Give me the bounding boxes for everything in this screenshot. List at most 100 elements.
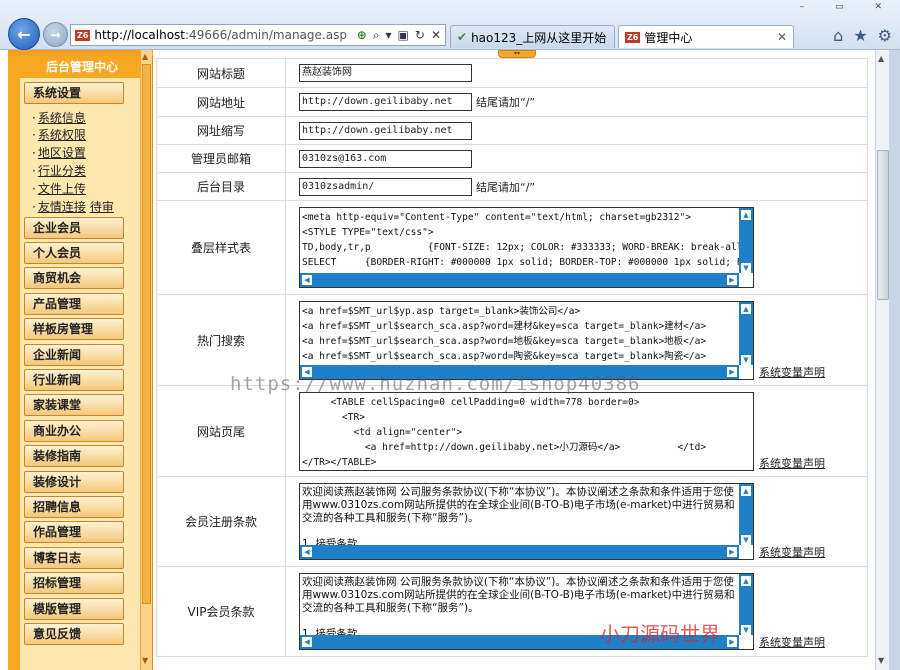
scroll-left-icon[interactable]: ◀ [301,274,313,286]
scroll-right-icon[interactable]: ▶ [726,365,738,378]
sidebar-button[interactable]: 个人会员 [24,242,124,264]
sidebar-button[interactable]: 装修指南 [24,445,124,467]
system-variables-link[interactable]: 系统变量声明 [759,366,825,379]
system-variables-link[interactable]: 系统变量声明 [759,546,825,559]
browser-window: – ▭ ✕ ← → Z6 http://localhost:49666/admi… [0,0,900,670]
favorites-star-icon[interactable]: ★ [853,26,867,45]
sidebar-button[interactable]: 企业新闻 [24,344,124,366]
arrow-left-icon: ← [17,24,31,44]
scroll-up-icon[interactable]: ▲ [740,209,752,221]
page-scroll-thumb[interactable] [877,150,889,300]
tab-close-icon[interactable]: ✕ [777,30,787,44]
site-url-input[interactable]: http://down.geilibaby.net [299,93,472,111]
tab-admin[interactable]: Z6 管理中心 ✕ [618,25,794,48]
vip-terms-vscroll[interactable]: ▲ ▼ [739,574,753,637]
sub-item-industry[interactable]: · 行业分类 [32,162,86,179]
frame-toggle-handle[interactable]: ▾▾ [498,50,536,58]
label-admin-email: 管理员邮箱 [156,144,286,173]
page-icon[interactable]: ▣ [398,28,409,43]
sidebar-scroll-thumb[interactable] [142,64,151,604]
sidebar-scrollbar[interactable]: ▲ ▼ [141,50,152,670]
sub-item-upload[interactable]: · 文件上传 [32,180,86,197]
sidebar-button[interactable]: 产品管理 [24,293,124,315]
sidebar-button[interactable]: 企业会员 [24,217,124,239]
sidebar-button[interactable]: 博客日志 [24,547,124,569]
sidebar-menu: 系统设置 · 系统信息 · 系统权限 · 地区设置 · 行业分类 · 文件上传 · 友情连接… [20,78,140,670]
tab-hao123[interactable]: ✔ hao123_上网从这里开始 [450,25,615,48]
scroll-right-icon[interactable]: ▶ [726,636,738,648]
admin-email-input[interactable]: 0310zs@163.com [299,149,472,168]
back-button[interactable]: ← [8,18,40,50]
sidebar-button[interactable]: 装修设计 [24,471,124,493]
refresh-icon[interactable]: ↻ [415,28,425,43]
sidebar-button[interactable]: 作品管理 [24,521,124,543]
sidebar-button[interactable]: 家装课堂 [24,394,124,416]
close-icon[interactable]: ✕ [431,28,441,43]
sidebar-button[interactable]: 意见反馈 [24,623,124,645]
hot-search-hscroll[interactable]: ◀ ▶ [300,364,739,379]
tab-label: 管理中心 [644,30,693,45]
sidebar-button-system-settings[interactable]: 系统设置 [24,82,124,104]
scroll-up-icon[interactable]: ▲ [740,302,752,315]
sidebar-button[interactable]: 商业办公 [24,420,124,442]
page-content: 后台管理中心 系统设置 · 系统信息 · 系统权限 · 地区设置 · 行业分类 · 文件上… [0,50,888,670]
css-textarea[interactable]: <meta http-equiv="Content-Type" content=… [299,207,754,288]
label-footer: 网站页尾 [156,385,286,477]
window-controls[interactable]: – ▭ ✕ [800,2,896,12]
dropdown-icon[interactable]: ▾ [386,28,392,43]
sidebar-button[interactable]: 模版管理 [24,598,124,620]
admin-dir-input[interactable]: 0310zsadmin/ [299,177,472,196]
settings-gear-icon[interactable]: ⚙ [878,26,892,45]
hot-search-textarea[interactable]: <a href=$SMT_url$yp.asp target=_blank>装饰… [299,300,754,380]
page-scrollbar[interactable]: ▲ ▼ [875,50,890,670]
url-text[interactable]: http://localhost:49666/admin/manage.asp [94,28,356,42]
hot-search-text: <a href=$SMT_url$yp.asp target=_blank>装饰… [302,305,707,362]
sub-item-permissions[interactable]: · 系统权限 [32,126,86,143]
scroll-down-icon[interactable]: ▼ [142,656,148,665]
label-member-terms: 会员注册条款 [156,476,286,567]
scroll-up-icon[interactable]: ▲ [740,485,752,497]
admin-dir-hint: 结尾请加“/” [476,180,536,194]
scroll-left-icon[interactable]: ◀ [301,546,313,558]
browser-toolbar: – ▭ ✕ ← → Z6 http://localhost:49666/admi… [0,0,900,50]
scroll-up-icon[interactable]: ▲ [740,575,752,587]
search-icon[interactable]: ⌕ [373,28,380,43]
arrow-right-icon: → [50,27,61,42]
footer-textarea[interactable]: <TABLE cellSpacing=0 cellPadding=0 width… [299,391,754,471]
site-url-hint: 结尾请加“/” [476,96,536,109]
scroll-up-icon[interactable]: ▲ [142,52,148,61]
pending-link[interactable]: 待审 [90,200,114,214]
sidebar-button[interactable]: 招标管理 [24,572,124,594]
sidebar-button[interactable]: 商贸机会 [24,267,124,289]
scroll-left-icon[interactable]: ◀ [301,365,313,378]
tab-label: hao123_上网从这里开始 [471,30,607,45]
short-url-input[interactable]: http://down.geilibaby.net [299,121,472,140]
sub-item-region[interactable]: · 地区设置 [32,144,86,161]
member-terms-hscroll[interactable]: ◀ ▶ [300,545,739,559]
css-hscroll[interactable]: ◀ ▶ [300,273,739,287]
sidebar-button[interactable]: 招聘信息 [24,496,124,518]
scroll-down-icon[interactable]: ▼ [878,656,884,665]
vip-terms-textarea[interactable]: 欢迎阅读燕赵装饰网 公司服务条款协议(下称“本协议”)。本协议阐述之条款和条件适… [299,573,754,650]
sub-item-friend-links[interactable]: · 友情连接 待审 [32,198,114,215]
vip-terms-hscroll[interactable]: ◀ ▶ [300,635,739,649]
hot-search-vscroll[interactable]: ▲ ▼ [739,301,753,367]
scroll-left-icon[interactable]: ◀ [301,636,313,648]
scroll-right-icon[interactable]: ▶ [726,274,738,286]
address-bar[interactable]: Z6 http://localhost:49666/admin/manage.a… [70,24,446,46]
scroll-right-icon[interactable]: ▶ [726,546,738,558]
sub-item-system-info[interactable]: · 系统信息 [32,109,86,126]
member-terms-vscroll[interactable]: ▲ ▼ [739,484,753,547]
site-title-input[interactable]: 燕赵装饰网 [299,64,472,82]
home-icon[interactable]: ⌂ [833,26,843,45]
system-variables-link[interactable]: 系统变量声明 [759,457,825,470]
sidebar-button[interactable]: 样板房管理 [24,318,124,340]
css-vscroll[interactable]: ▲ ▼ [739,208,753,275]
member-terms-textarea[interactable]: 欢迎阅读燕赵装饰网 公司服务条款协议(下称“本协议”)。本协议阐述之条款和条件适… [299,483,754,560]
scroll-up-icon[interactable]: ▲ [878,54,884,63]
system-variables-link[interactable]: 系统变量声明 [759,636,825,649]
forward-button[interactable]: → [43,22,68,47]
hao123-favicon-icon: ✔ [457,30,468,44]
compat-icon[interactable]: ⊕ [357,28,367,43]
sidebar-button[interactable]: 行业新闻 [24,369,124,391]
